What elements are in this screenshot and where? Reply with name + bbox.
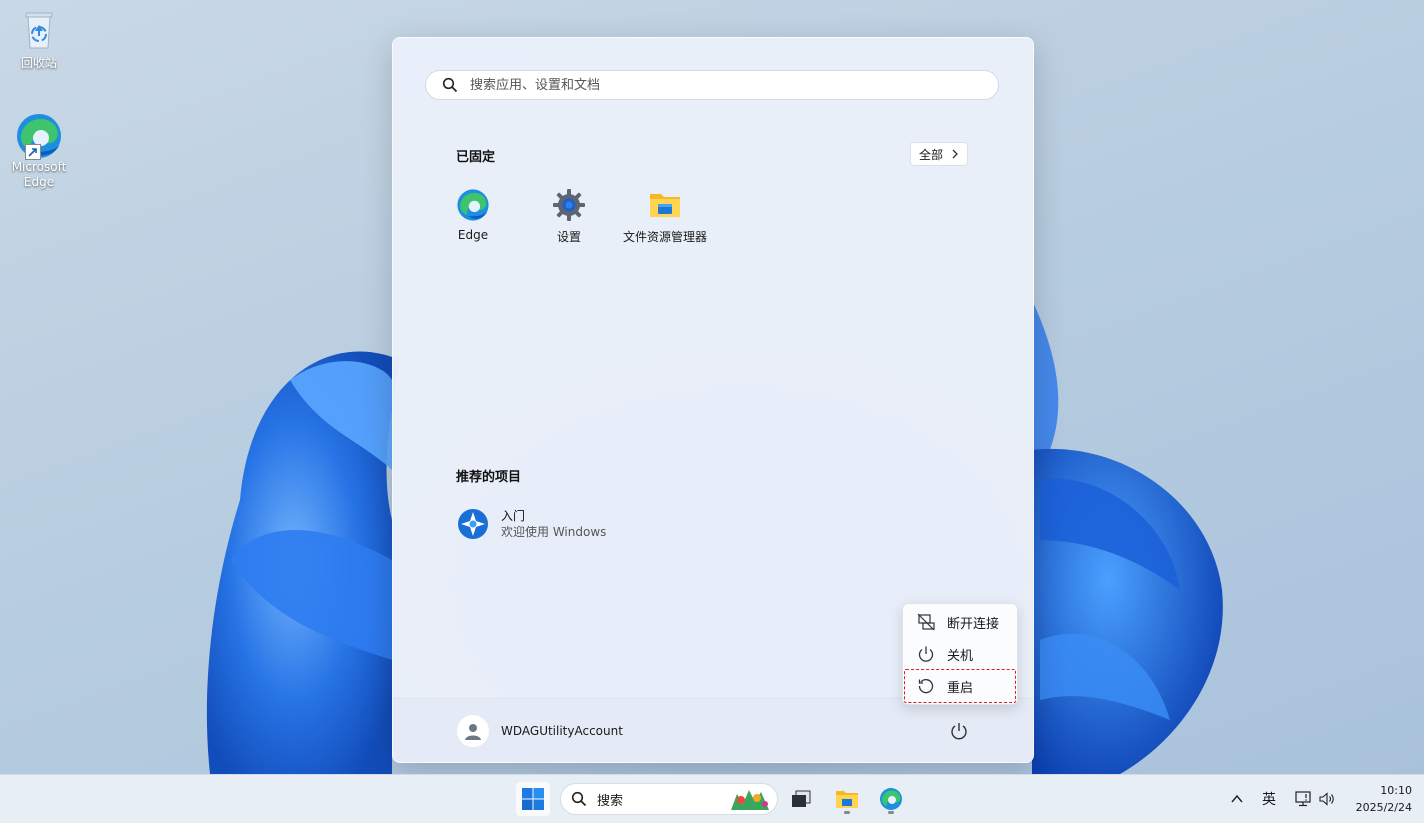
user-account-button[interactable]: WDAGUtilityAccount: [457, 715, 623, 747]
user-name: WDAGUtilityAccount: [501, 724, 623, 738]
start-search-box[interactable]: [425, 70, 999, 100]
pinned-app-settings[interactable]: 设置: [521, 188, 617, 245]
all-apps-button[interactable]: 全部: [910, 142, 968, 166]
recycle-bin-icon: [17, 8, 61, 52]
chevron-up-icon: [1231, 794, 1243, 803]
pinned-app-label: 设置: [556, 230, 581, 244]
show-hidden-icons-button[interactable]: [1230, 775, 1244, 823]
taskbar-task-view-button[interactable]: [784, 782, 818, 816]
network-status-button[interactable]: [1294, 775, 1312, 823]
taskbar-edge-button[interactable]: [874, 782, 908, 816]
desktop-icon-recycle-bin[interactable]: 回收站: [3, 8, 75, 71]
restart-highlight-box: [904, 669, 1016, 703]
pinned-app-edge[interactable]: Edge: [425, 188, 521, 242]
clock-date: 2025/2/24: [1355, 801, 1412, 814]
taskbar: 搜索 英 10:10 2025/2/24: [0, 774, 1424, 823]
running-indicator: [844, 811, 850, 814]
user-icon: [465, 724, 481, 740]
power-button[interactable]: [949, 721, 969, 741]
speaker-icon: [1319, 792, 1334, 806]
search-highlight-illustration-icon: [731, 790, 769, 810]
edge-icon: [880, 788, 902, 810]
folder-icon: [648, 188, 682, 222]
recommended-section-title: 推荐的项目: [456, 470, 522, 485]
recommended-item-subtitle: 欢迎使用 Windows: [501, 525, 607, 539]
taskbar-clock[interactable]: 10:10 2025/2/24: [1340, 782, 1412, 816]
folder-icon: [836, 791, 858, 808]
power-menu-disconnect[interactable]: 断开连接: [907, 607, 1013, 637]
taskbar-start-button[interactable]: [516, 782, 550, 816]
desktop-icon-edge[interactable]: Microsoft Edge: [3, 112, 75, 190]
power-menu-shutdown[interactable]: 关机: [907, 639, 1013, 669]
search-icon: [571, 791, 587, 807]
recommended-item-get-started[interactable]: 入门 欢迎使用 Windows: [457, 508, 606, 540]
pinned-app-file-explorer[interactable]: 文件资源管理器: [617, 188, 713, 245]
power-icon: [918, 646, 934, 662]
taskbar-search-label: 搜索: [597, 793, 624, 809]
windows-logo-icon: [522, 788, 544, 810]
pinned-app-label: Edge: [457, 228, 489, 242]
pinned-section-title: 已固定: [456, 150, 496, 165]
disconnect-icon: [917, 613, 935, 631]
taskbar-search-box[interactable]: 搜索: [560, 783, 778, 815]
edge-icon: [456, 188, 490, 222]
start-menu-footer: WDAGUtilityAccount: [393, 698, 1033, 762]
pinned-app-label: 文件资源管理器: [622, 230, 707, 244]
ime-indicator[interactable]: 英: [1262, 775, 1276, 823]
running-indicator: [888, 811, 894, 814]
network-icon: [1295, 791, 1311, 807]
start-search-input[interactable]: [468, 76, 998, 94]
all-apps-label: 全部: [918, 147, 943, 162]
volume-button[interactable]: [1318, 775, 1336, 823]
get-started-icon: [457, 508, 489, 540]
shortcut-arrow-icon: [25, 144, 41, 160]
avatar: [457, 715, 489, 747]
task-view-icon: [792, 790, 811, 807]
edge-icon: [17, 112, 61, 160]
search-icon: [442, 77, 458, 93]
taskbar-file-explorer-button[interactable]: [830, 782, 864, 816]
settings-gear-icon: [552, 188, 586, 222]
clock-time: 10:10: [1380, 784, 1412, 797]
recommended-item-title: 入门: [501, 509, 526, 523]
chevron-right-icon: [952, 149, 958, 159]
